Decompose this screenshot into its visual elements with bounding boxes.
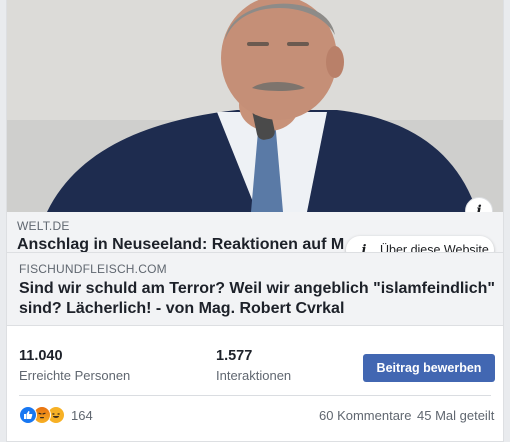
- boost-post-button[interactable]: Beitrag bewerben: [363, 354, 495, 382]
- engagement-label: Interaktionen: [216, 368, 292, 383]
- engagement-value: 1.577: [216, 348, 253, 364]
- reach-label: Erreichte Personen: [19, 368, 131, 383]
- reaction-count: 164: [71, 407, 93, 423]
- preview-domain: WELT.DE: [17, 219, 70, 233]
- engagement-stat: 1.577 Interaktionen: [216, 348, 291, 383]
- link-title[interactable]: Sind wir schuld am Terror? Weil wir ange…: [19, 279, 495, 319]
- reach-stat: 11.040 Erreichte Personen: [19, 348, 130, 383]
- preview-title[interactable]: Anschlag in Neuseeland: Reaktionen auf M: [17, 236, 344, 252]
- reactions-summary[interactable]: 164: [19, 406, 93, 424]
- post-footer: 164 60 Kommentare 45 Mal geteilt: [7, 396, 503, 442]
- link-domain: FISCHUNDFLEISCH.COM: [19, 262, 167, 276]
- post-card: i WELT.DE Anschlag in Neuseeland: Reakti…: [6, 0, 504, 442]
- photo-illustration: [7, 0, 503, 212]
- shares-count-link[interactable]: 45 Mal geteilt: [417, 408, 494, 423]
- reach-value: 11.040: [19, 348, 63, 364]
- like-reaction-icon: [19, 406, 37, 424]
- comments-count-link[interactable]: 60 Kommentare: [319, 408, 412, 423]
- post-photo[interactable]: [7, 0, 503, 212]
- post-insights: 11.040 Erreichte Personen 1.577 Interakt…: [7, 326, 503, 394]
- shared-link[interactable]: FISCHUNDFLEISCH.COM Sind wir schuld am T…: [7, 252, 503, 326]
